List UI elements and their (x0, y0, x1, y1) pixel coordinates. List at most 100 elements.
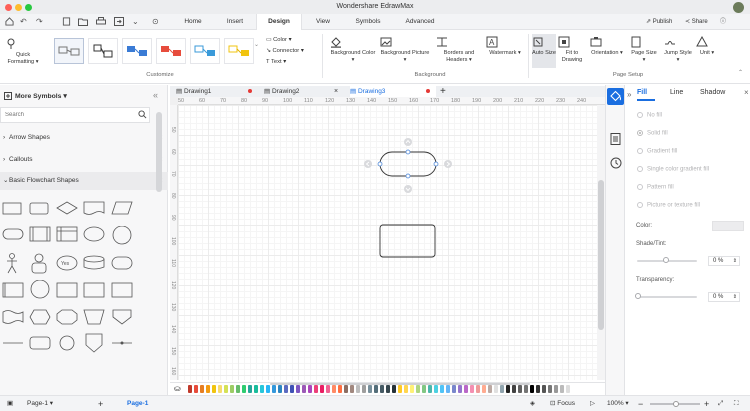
color-swatch[interactable] (326, 385, 330, 393)
color-swatch[interactable] (560, 385, 564, 393)
octagon-shape[interactable] (56, 309, 78, 325)
color-swatch[interactable] (488, 385, 492, 393)
rounded-rectangle-shape[interactable] (29, 200, 49, 216)
color-swatch[interactable] (236, 385, 240, 393)
small-circle-shape[interactable] (56, 334, 76, 351)
collapse-panel-icon[interactable]: « (153, 90, 158, 100)
redo-icon[interactable]: ↷ (36, 17, 43, 26)
color-swatch[interactable] (260, 385, 264, 393)
color-swatch[interactable] (518, 385, 522, 393)
internal-storage-shape[interactable] (56, 226, 78, 242)
color-swatch[interactable] (536, 385, 540, 393)
print-icon[interactable] (96, 17, 106, 26)
gradient-fill-option[interactable]: Gradient fill (637, 148, 677, 155)
annotation-shape[interactable] (111, 282, 133, 298)
open-folder-icon[interactable] (78, 17, 88, 26)
color-swatch[interactable] (500, 385, 504, 393)
color-swatch[interactable] (548, 385, 552, 393)
yes-ellipse-shape[interactable]: Yes (56, 255, 78, 271)
color-swatch[interactable] (428, 385, 432, 393)
color-swatch[interactable] (476, 385, 480, 393)
sheet-shape[interactable] (83, 282, 105, 298)
preparation-shape[interactable] (29, 309, 51, 325)
color-swatch[interactable] (272, 385, 276, 393)
page-layout-icon[interactable]: ▣ (7, 396, 13, 411)
palette-scrollbar[interactable] (270, 383, 530, 385)
color-swatch[interactable] (332, 385, 336, 393)
radio-button[interactable] (637, 202, 643, 208)
color-swatch[interactable] (284, 385, 288, 393)
color-swatch[interactable] (338, 385, 342, 393)
help-icon[interactable]: ⓘ (720, 14, 726, 30)
data-shape[interactable] (111, 200, 133, 216)
color-swatch[interactable] (344, 385, 348, 393)
color-swatch[interactable] (440, 385, 444, 393)
shade-slider-knob[interactable] (663, 257, 669, 263)
radio-button[interactable] (637, 130, 643, 136)
color-swatch[interactable] (506, 385, 510, 393)
color-swatch[interactable] (248, 385, 252, 393)
more-symbols-dropdown[interactable]: More Symbols ▾ (15, 92, 67, 100)
jump-style-button[interactable]: Jump Style ▾ (664, 36, 692, 64)
close-icon[interactable]: × (744, 88, 749, 97)
theme-style-4[interactable] (156, 38, 186, 64)
color-swatch[interactable] (302, 385, 306, 393)
color-swatch[interactable] (200, 385, 204, 393)
rounded-rectangle-on-canvas[interactable] (379, 224, 436, 258)
unit-button[interactable]: Unit ▾ (696, 36, 718, 57)
search-icon[interactable] (138, 110, 147, 119)
tape-shape[interactable] (2, 309, 24, 325)
single-color-gradient-option[interactable]: Single color gradient fill (637, 166, 709, 173)
styles-scroll-icon[interactable]: ⌄ (254, 42, 259, 48)
theme-style-3[interactable] (122, 38, 152, 64)
home-icon[interactable] (5, 17, 14, 26)
canvas-vertical-scrollbar[interactable] (597, 105, 605, 380)
card-shape[interactable] (56, 282, 78, 298)
manual-operation-shape[interactable] (83, 309, 105, 325)
color-swatch[interactable] (404, 385, 408, 393)
connector-circle-shape[interactable] (29, 280, 50, 299)
ellipse-shape[interactable] (83, 226, 105, 242)
stored-data-shape[interactable] (111, 255, 133, 271)
background-color-button[interactable]: Background Color ▾ (330, 36, 376, 64)
color-swatch[interactable] (530, 385, 534, 393)
color-swatch[interactable] (296, 385, 300, 393)
auto-size-button[interactable]: Auto Size (532, 34, 556, 68)
line-shape[interactable] (2, 335, 23, 351)
document-shape[interactable] (83, 200, 105, 216)
new-file-icon[interactable] (62, 17, 71, 26)
background-picture-button[interactable]: Background Picture ▾ (380, 36, 430, 64)
undo-icon[interactable]: ↶ (20, 17, 27, 26)
borders-headers-button[interactable]: Borders and Headers ▾ (436, 36, 482, 64)
tab-home[interactable]: Home (172, 14, 214, 30)
page-size-button[interactable]: Page Size ▾ (630, 36, 658, 64)
tab-advanced[interactable]: Advanced (392, 14, 448, 30)
color-swatch[interactable] (314, 385, 318, 393)
color-swatch[interactable] (194, 385, 198, 393)
connector-line-shape[interactable] (111, 335, 132, 351)
color-swatch[interactable] (494, 385, 498, 393)
transparency-slider[interactable] (637, 296, 697, 298)
color-swatch[interactable] (254, 385, 258, 393)
drawing-canvas[interactable] (178, 105, 597, 380)
process-shape[interactable] (2, 200, 22, 216)
color-swatch[interactable] (524, 385, 528, 393)
library-item-callouts[interactable]: › Callouts × (0, 151, 168, 169)
tab-shadow[interactable]: Shadow (700, 89, 725, 96)
color-swatch[interactable] (512, 385, 516, 393)
scrollbar-thumb[interactable] (156, 112, 162, 192)
radio-button[interactable] (637, 148, 643, 154)
zoom-dropdown[interactable]: 100% ▾ (607, 396, 629, 411)
play-icon[interactable]: ▷ (590, 396, 595, 411)
radio-button[interactable] (637, 112, 643, 118)
tab-view[interactable]: View (302, 14, 344, 30)
page-tab[interactable]: Page-1 (127, 396, 148, 411)
person-shape[interactable] (29, 253, 49, 274)
color-swatch[interactable] (290, 385, 294, 393)
no-fill-option[interactable]: No fill (637, 112, 662, 119)
color-swatch[interactable] (380, 385, 384, 393)
color-swatch[interactable] (188, 385, 192, 393)
picture-texture-fill-option[interactable]: Picture or texture fill (637, 202, 700, 209)
stepper-icon[interactable]: ⇕ (733, 293, 737, 301)
add-tab-button[interactable]: + (440, 86, 450, 97)
